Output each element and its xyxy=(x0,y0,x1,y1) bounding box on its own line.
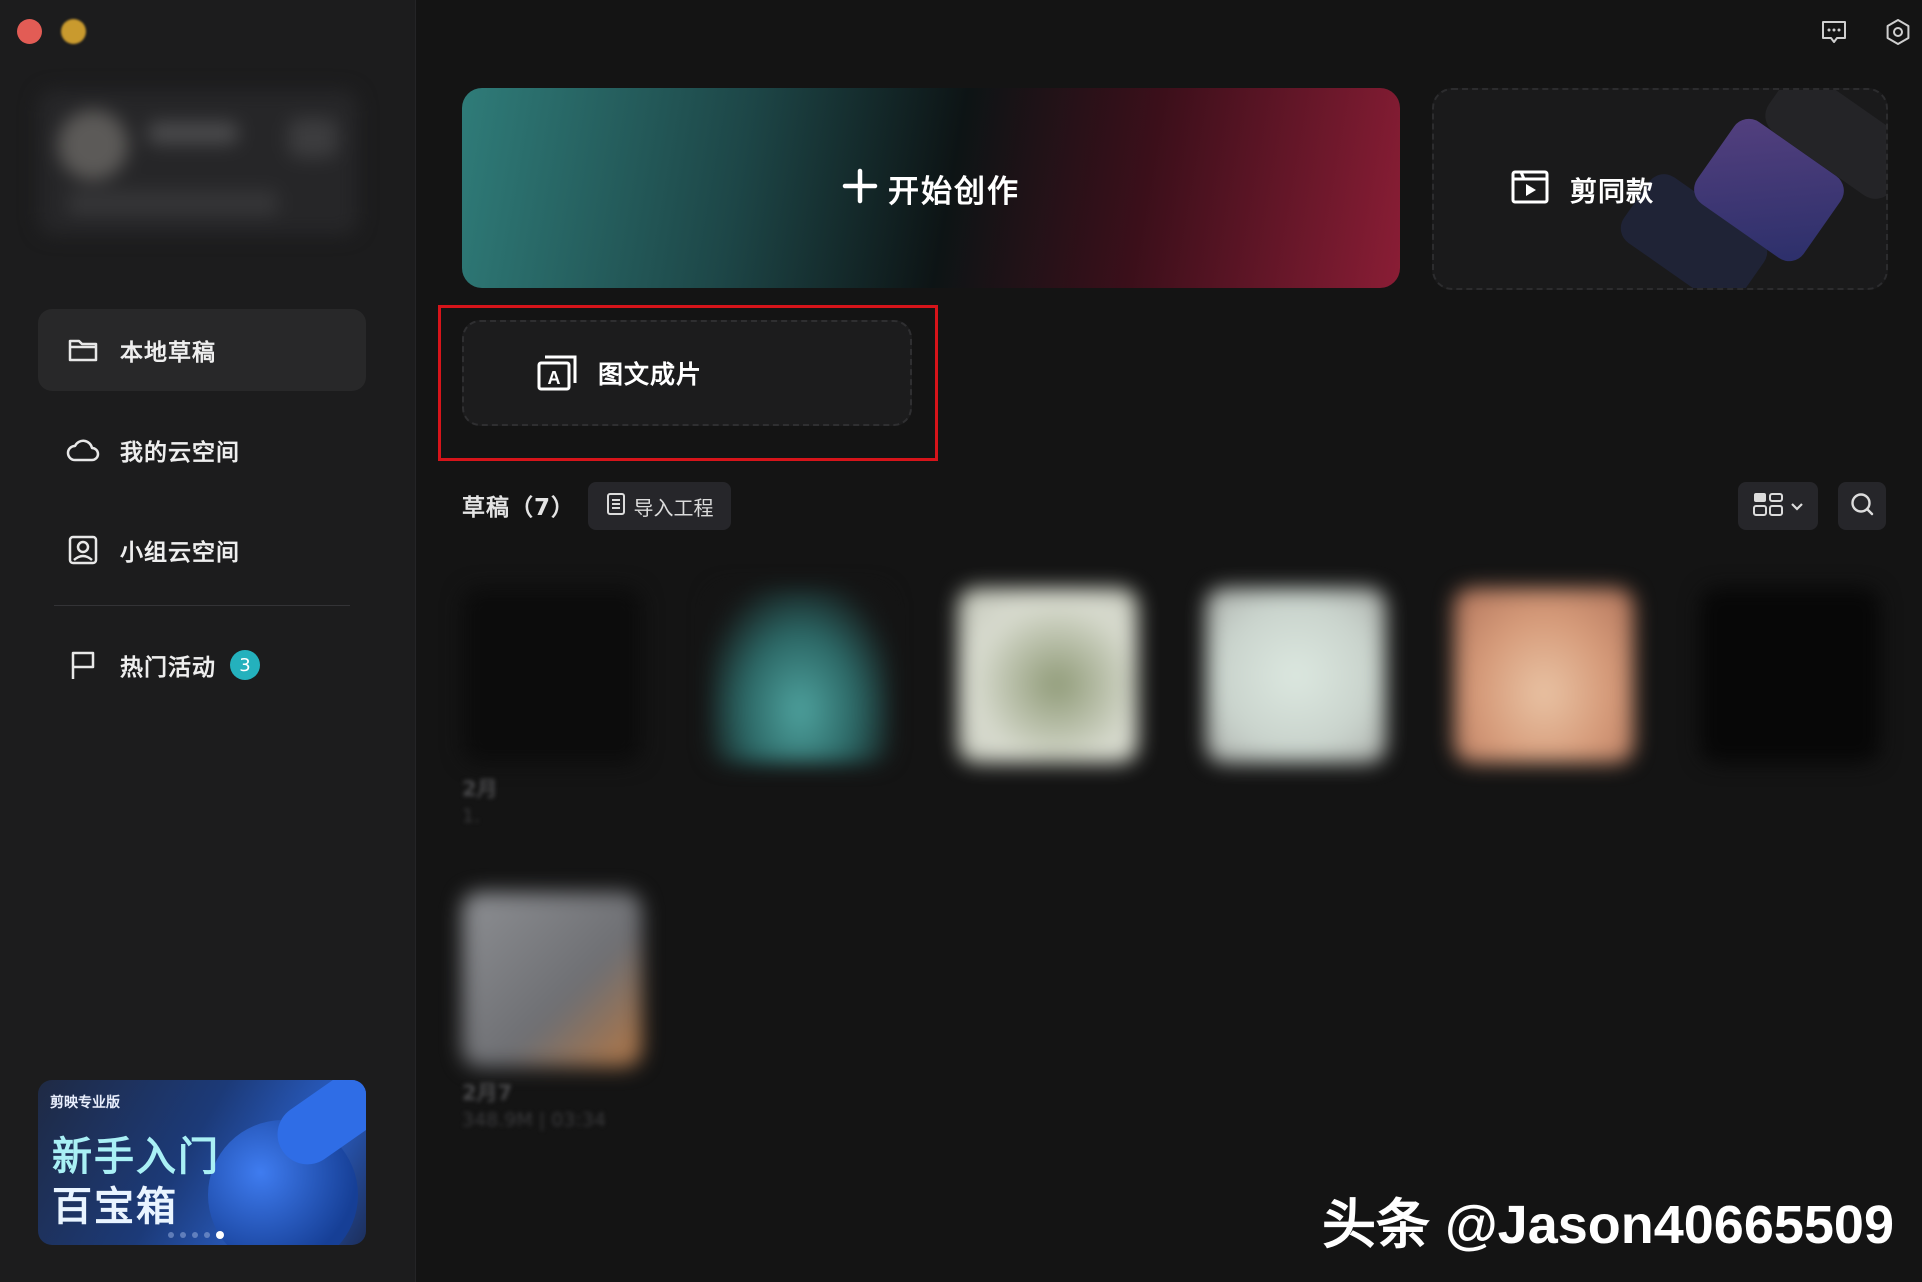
import-project-label: 导入工程 xyxy=(633,495,714,520)
sidebar-item-label: 小组云空间 xyxy=(120,540,240,566)
sidebar-item-label: 热门活动 xyxy=(120,655,216,681)
draft-name xyxy=(1206,773,1386,801)
user-info-blurred xyxy=(68,190,278,216)
minimize-window-button[interactable] xyxy=(61,19,86,44)
draft-meta: 348.9M | 03:34 xyxy=(462,1109,607,1131)
draft-meta xyxy=(958,805,1138,831)
feedback-icon[interactable] xyxy=(1816,14,1852,50)
notification-badge: 3 xyxy=(230,650,260,680)
view-mode-dropdown[interactable] xyxy=(1738,482,1818,530)
draft-name: 2月7 xyxy=(462,1081,513,1105)
draft-meta xyxy=(710,805,890,831)
svg-text:A: A xyxy=(548,368,561,388)
draft-thumbnail xyxy=(1206,588,1386,763)
banner-subtitle: 百宝箱 xyxy=(52,1184,178,1230)
cloud-icon xyxy=(66,433,100,467)
sidebar-divider xyxy=(54,605,350,606)
draft-item[interactable] xyxy=(958,588,1138,831)
carousel-dot[interactable] xyxy=(168,1232,174,1238)
draft-item[interactable] xyxy=(1454,588,1634,831)
draft-thumbnail xyxy=(1454,588,1634,763)
start-creation-button[interactable]: 开始创作 xyxy=(462,88,1400,288)
template-video-icon xyxy=(1510,169,1550,209)
avatar xyxy=(58,110,128,180)
draft-item[interactable] xyxy=(710,588,890,831)
flag-icon xyxy=(66,648,100,682)
folder-icon xyxy=(66,333,100,367)
carousel-dots[interactable] xyxy=(168,1231,224,1239)
vip-badge-blurred xyxy=(288,118,338,158)
plus-icon xyxy=(842,165,878,211)
drafts-section-title: 草稿（7） xyxy=(462,495,576,521)
template-clip-label: 剪同款 xyxy=(1570,176,1654,208)
draft-name xyxy=(1454,773,1634,801)
chevron-down-icon xyxy=(1790,497,1804,516)
draft-item[interactable] xyxy=(1700,588,1880,831)
draft-meta xyxy=(1454,805,1634,831)
sidebar-item-label: 本地草稿 xyxy=(120,340,216,366)
draft-thumbnail xyxy=(958,588,1138,763)
draft-thumbnail xyxy=(462,588,642,763)
carousel-dot[interactable] xyxy=(192,1232,198,1238)
sidebar: 本地草稿 我的云空间 小组云空间 热门活动 3 剪映专业版 新手入门 百宝箱 xyxy=(0,0,416,1282)
draft-thumbnail xyxy=(710,588,890,763)
draft-meta xyxy=(1700,805,1880,831)
grid-view-icon xyxy=(1752,491,1784,521)
watermark-text: 头条 @Jason40665509 xyxy=(1322,1195,1894,1255)
draft-item[interactable]: 2月 1. xyxy=(462,588,642,831)
draft-thumbnail xyxy=(462,892,642,1067)
search-button[interactable] xyxy=(1838,482,1886,530)
team-space-icon xyxy=(66,533,100,567)
draft-name: 2月 xyxy=(462,777,498,801)
search-icon xyxy=(1849,491,1875,521)
carousel-dot-active[interactable] xyxy=(216,1231,224,1239)
draft-name xyxy=(1700,773,1880,801)
draft-thumbnail xyxy=(1700,588,1880,763)
document-icon xyxy=(606,492,626,520)
image-to-video-button[interactable]: A 图文成片 xyxy=(462,320,912,426)
template-clip-button[interactable]: 剪同款 xyxy=(1432,88,1888,290)
import-project-button[interactable]: 导入工程 xyxy=(588,482,731,530)
carousel-dot[interactable] xyxy=(204,1232,210,1238)
sidebar-item-team-cloud[interactable]: 小组云空间 xyxy=(38,509,366,591)
image-text-icon: A xyxy=(536,354,578,392)
draft-name xyxy=(710,773,890,801)
settings-icon[interactable] xyxy=(1880,14,1916,50)
image-to-video-label: 图文成片 xyxy=(598,360,703,389)
banner-brand: 剪映专业版 xyxy=(50,1095,120,1111)
close-window-button[interactable] xyxy=(17,19,42,44)
draft-name xyxy=(958,773,1138,801)
draft-item[interactable] xyxy=(1206,588,1386,831)
start-creation-label: 开始创作 xyxy=(888,173,1020,210)
username-blurred xyxy=(148,122,238,144)
draft-meta: 1. xyxy=(462,805,481,827)
sidebar-item-label: 我的云空间 xyxy=(120,440,240,466)
draft-meta xyxy=(1206,805,1386,831)
sidebar-item-local-drafts[interactable]: 本地草稿 xyxy=(38,309,366,391)
user-profile-card[interactable] xyxy=(38,90,358,235)
sidebar-item-hot-events[interactable]: 热门活动 3 xyxy=(38,624,366,706)
sidebar-item-my-cloud[interactable]: 我的云空间 xyxy=(38,409,366,491)
beginner-guide-banner[interactable]: 剪映专业版 新手入门 百宝箱 xyxy=(38,1080,366,1245)
draft-item[interactable]: 2月7 348.9M | 03:34 xyxy=(462,892,642,1135)
carousel-dot[interactable] xyxy=(180,1232,186,1238)
